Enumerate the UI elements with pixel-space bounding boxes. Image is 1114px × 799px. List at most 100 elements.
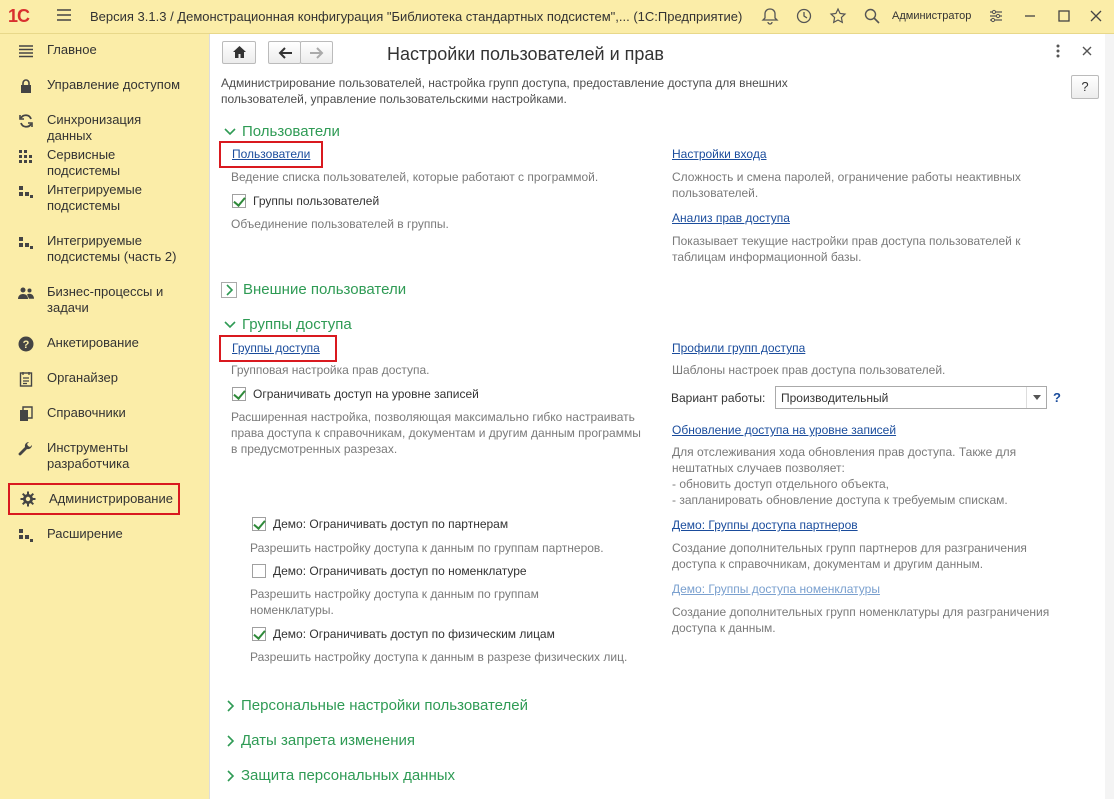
main-menu-icon[interactable]	[56, 7, 72, 23]
chevron-down-icon	[1032, 395, 1041, 400]
page-description: Администрирование пользователей, настрой…	[221, 76, 788, 106]
search-icon[interactable]	[863, 7, 881, 25]
demo-partners-checkbox[interactable]: Демо: Ограничивать доступ по партнерам	[252, 517, 508, 531]
sidebar-item-label: Сервисные подсистемы	[47, 147, 121, 178]
sections-panel: Главное Управление доступом Синхронизаци…	[0, 34, 207, 799]
title-bar: 1С Версия 3.1.3 / Демонстрационная конфи…	[0, 0, 1114, 34]
sidebar-item-label: Инструменты разработчика	[47, 440, 130, 471]
question-icon: ?	[18, 336, 34, 352]
organizer-icon	[19, 372, 33, 387]
back-button[interactable]	[268, 41, 301, 64]
record-access-update-link[interactable]: Обновление доступа на уровне записей	[672, 423, 896, 437]
user-groups-checkbox[interactable]: Группы пользователей	[232, 194, 379, 208]
access-groups-link[interactable]: Группы доступа	[232, 341, 320, 355]
help-button[interactable]: ?	[1071, 75, 1099, 99]
section-users-header[interactable]: Пользователи	[224, 123, 340, 140]
dropdown-button[interactable]	[1026, 387, 1046, 408]
sidebar-item-label: Органайзер	[47, 370, 118, 385]
mode-select[interactable]: Производительный	[775, 386, 1047, 409]
demo-partner-groups-link[interactable]: Демо: Группы доступа партнеров	[672, 518, 858, 532]
chevron-down-icon	[224, 127, 236, 135]
sidebar-item-label: Интегрируемые подсистемы (часть 2)	[47, 233, 177, 264]
sync-icon	[19, 114, 33, 128]
arrow-left-icon	[278, 47, 292, 59]
section-access-groups-header[interactable]: Группы доступа	[224, 316, 352, 333]
checkbox-label: Демо: Ограничивать доступ по партнерам	[273, 517, 509, 531]
sidebar-item-label: Администрирование	[49, 491, 173, 506]
sidebar-item-integrated-subsystems-2[interactable]: Интегрируемые подсистемы (часть 2)	[8, 233, 180, 265]
demo-persons-checkbox[interactable]: Демо: Ограничивать доступ по физическим …	[252, 627, 555, 641]
sidebar-item-administration[interactable]: Администрирование	[8, 483, 180, 515]
demo-nomenclature-groups-link[interactable]: Демо: Группы доступа номенклатуры	[672, 582, 880, 596]
history-icon[interactable]	[795, 7, 813, 25]
forward-button[interactable]	[300, 41, 333, 64]
record-level-access-checkbox[interactable]: Ограничивать доступ на уровне записей	[232, 387, 479, 401]
checkbox-label: Ограничивать доступ на уровне записей	[253, 387, 479, 401]
section-external-users-header[interactable]: Внешние пользователи	[221, 281, 406, 298]
users-link[interactable]: Пользователи	[232, 147, 310, 161]
sidebar-item-main[interactable]: Главное	[8, 42, 180, 59]
close-window-icon[interactable]	[1087, 7, 1105, 25]
chevron-down-icon	[224, 320, 236, 328]
demo-persons-description: Разрешить настройку доступа к данным в р…	[250, 650, 628, 664]
access-profiles-link[interactable]: Профили групп доступа	[672, 341, 805, 355]
bell-icon[interactable]	[761, 7, 779, 25]
checkbox-box[interactable]	[252, 517, 266, 531]
section-title: Внешние пользователи	[243, 281, 407, 298]
sidebar-item-service-subsystems[interactable]: Сервисные подсистемы	[8, 147, 180, 179]
gear-icon	[20, 491, 36, 507]
svg-text:?: ?	[23, 339, 30, 351]
more-actions-icon[interactable]	[1053, 43, 1063, 59]
close-form-icon[interactable]	[1082, 46, 1092, 56]
chevron-right-icon	[227, 699, 235, 712]
login-settings-description: Сложность и смена паролей, ограничение р…	[672, 170, 1021, 200]
rights-analysis-link[interactable]: Анализ прав доступа	[672, 211, 790, 225]
mode-select-value: Производительный	[781, 390, 889, 405]
access-profiles-description: Шаблоны настроек прав доступа пользовате…	[672, 363, 946, 377]
login-settings-link[interactable]: Настройки входа	[672, 147, 767, 161]
sidebar-item-organizer[interactable]: Органайзер	[8, 370, 180, 387]
section-title: Персональные настройки пользователей	[241, 697, 528, 714]
record-access-update-description: Для отслеживания хода обновления прав до…	[672, 444, 1092, 508]
section-personal-data-protection-header[interactable]: Защита персональных данных	[227, 767, 455, 784]
sidebar-item-label: Управление доступом	[47, 77, 181, 92]
section-title: Защита персональных данных	[241, 767, 456, 784]
blocks-icon	[19, 237, 33, 249]
chevron-right-icon	[221, 281, 237, 298]
record-level-access-description: Расширенная настройка, позволяющая макси…	[231, 410, 641, 456]
section-title: Пользователи	[242, 123, 340, 140]
sidebar-item-business-processes[interactable]: Бизнес-процессы и задачи	[8, 284, 180, 316]
right-edge	[1105, 34, 1114, 799]
maximize-icon[interactable]	[1055, 7, 1073, 25]
checkbox-box[interactable]	[252, 564, 266, 578]
app-logo: 1С	[8, 6, 30, 26]
home-button[interactable]	[222, 41, 256, 64]
section-personal-settings-header[interactable]: Персональные настройки пользователей	[227, 697, 528, 714]
section-change-lock-dates-header[interactable]: Даты запрета изменения	[227, 732, 415, 749]
sidebar-item-label: Анкетирование	[47, 335, 139, 350]
description-line: - обновить доступ отдельного объекта,	[672, 477, 890, 491]
home-icon	[233, 46, 246, 58]
sidebar-item-label: Синхронизация данных	[47, 112, 142, 143]
menu-lines-icon	[19, 45, 33, 58]
sidebar-item-developer-tools[interactable]: Инструменты разработчика	[8, 440, 180, 472]
demo-nomenclature-groups-description: Создание дополнительных групп номенклату…	[672, 605, 1050, 635]
sidebar-item-integrated-subsystems[interactable]: Интегрируемые подсистемы	[8, 182, 180, 214]
sidebar-item-access-management[interactable]: Управление доступом	[8, 77, 180, 94]
description-line: - запланировать обновление доступа к тре…	[672, 493, 1008, 507]
checkbox-box[interactable]	[252, 627, 266, 641]
demo-nomenclature-checkbox[interactable]: Демо: Ограничивать доступ по номенклатур…	[252, 564, 527, 578]
checkbox-box[interactable]	[232, 194, 246, 208]
favorites-star-icon[interactable]	[829, 7, 847, 25]
settings-sliders-icon[interactable]	[987, 7, 1005, 25]
sidebar-item-catalogs[interactable]: Справочники	[8, 405, 180, 422]
mode-help-link[interactable]: ?	[1053, 390, 1061, 405]
current-user[interactable]: Администратор	[892, 10, 971, 22]
settings-form: Настройки пользователей и прав Администр…	[209, 34, 1105, 799]
minimize-icon[interactable]	[1021, 7, 1039, 25]
sidebar-item-data-sync[interactable]: Синхронизация данных	[8, 112, 180, 144]
sidebar-item-extension[interactable]: Расширение	[8, 526, 180, 543]
sidebar-item-surveys[interactable]: ? Анкетирование	[8, 335, 180, 352]
demo-nomenclature-description: Разрешить настройку доступа к данным по …	[250, 587, 539, 617]
checkbox-box[interactable]	[232, 387, 246, 401]
